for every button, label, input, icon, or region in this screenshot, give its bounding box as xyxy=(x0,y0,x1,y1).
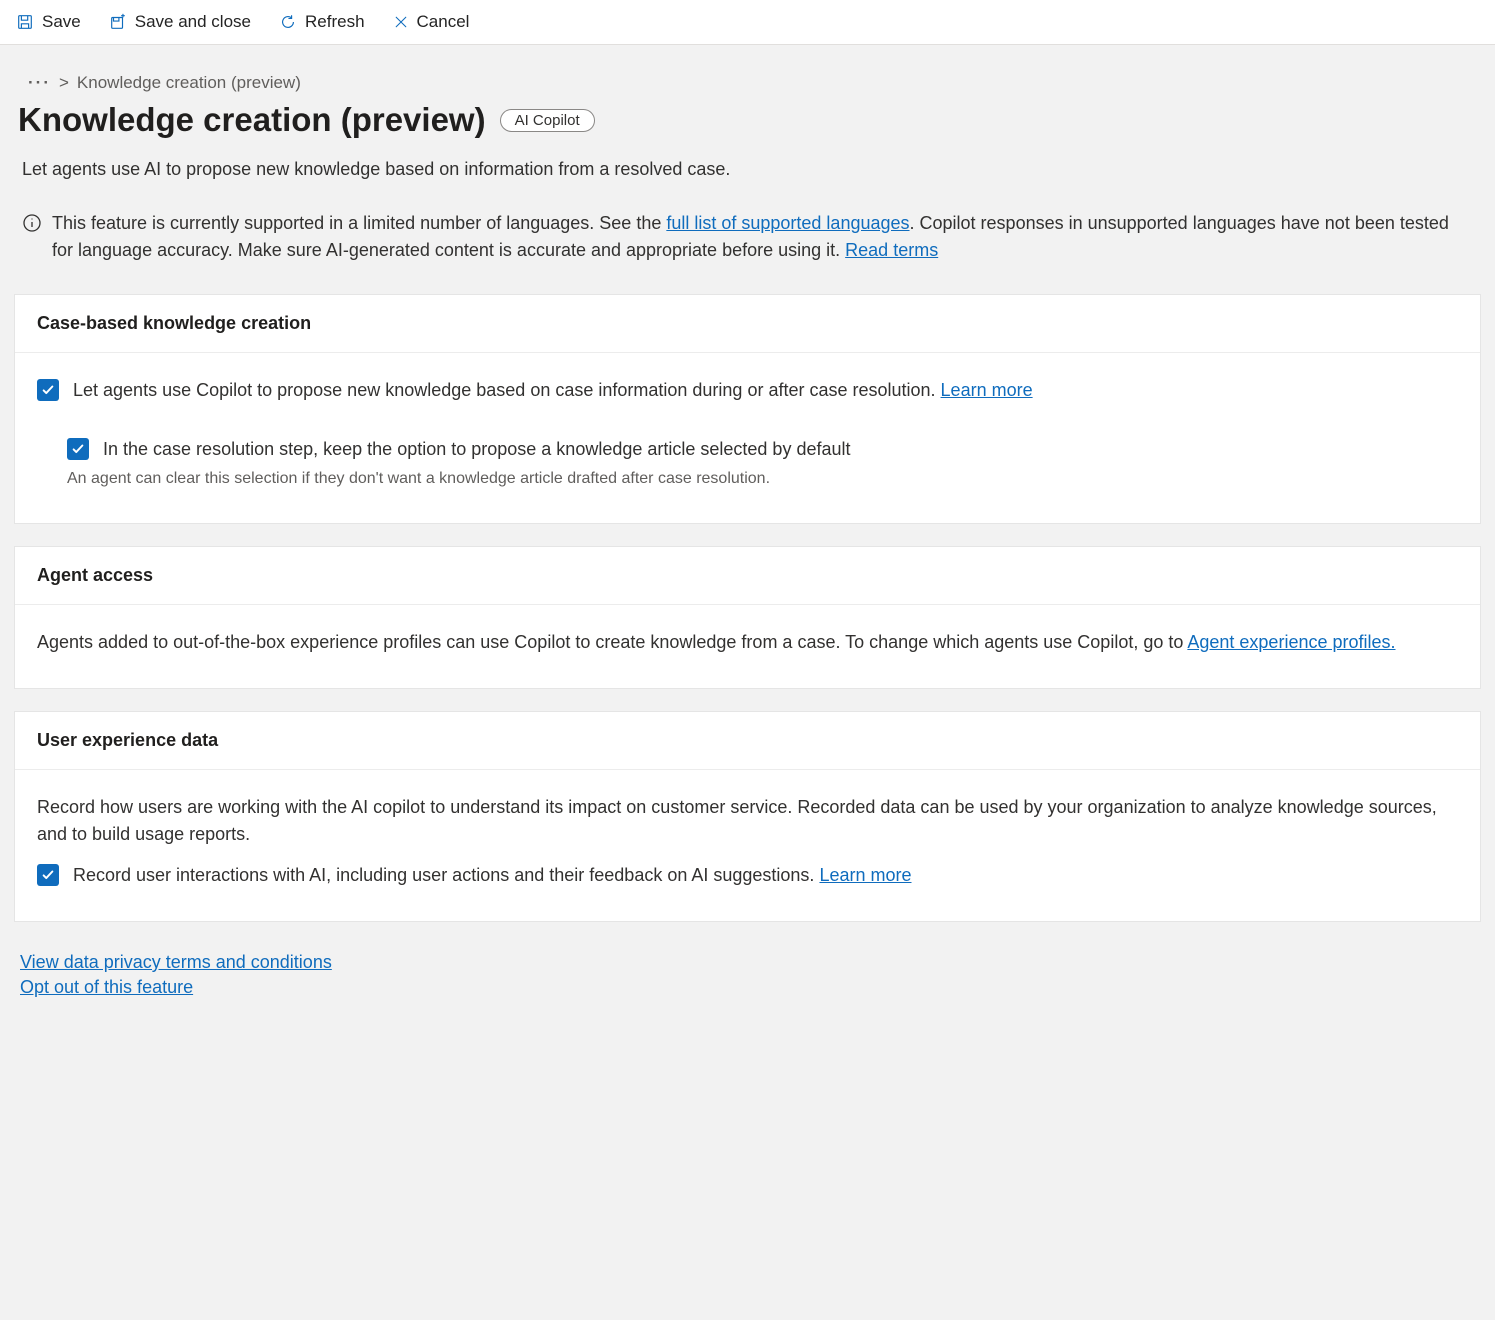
refresh-button[interactable]: Refresh xyxy=(275,8,369,36)
refresh-icon xyxy=(279,13,297,31)
case-based-option-2-text: In the case resolution step, keep the op… xyxy=(103,436,850,463)
case-based-body: Let agents use Copilot to propose new kn… xyxy=(15,353,1480,523)
breadcrumb-current: Knowledge creation (preview) xyxy=(77,73,301,93)
case-based-option-1: Let agents use Copilot to propose new kn… xyxy=(37,377,1458,404)
language-notice-text: This feature is currently supported in a… xyxy=(52,210,1473,264)
case-based-option-1-text: Let agents use Copilot to propose new kn… xyxy=(73,377,1033,404)
ux-learn-more-link[interactable]: Learn more xyxy=(819,865,911,885)
supported-languages-link[interactable]: full list of supported languages xyxy=(666,213,909,233)
notice-pre: This feature is currently supported in a… xyxy=(52,213,666,233)
case-based-option-2: In the case resolution step, keep the op… xyxy=(67,436,1458,463)
agent-access-title: Agent access xyxy=(15,547,1480,605)
info-icon xyxy=(22,213,42,241)
case-based-checkbox-1[interactable] xyxy=(37,379,59,401)
refresh-label: Refresh xyxy=(305,12,365,32)
case-based-checkbox-2[interactable] xyxy=(67,438,89,460)
save-button[interactable]: Save xyxy=(12,8,85,36)
save-close-label: Save and close xyxy=(135,12,251,32)
cancel-button[interactable]: Cancel xyxy=(389,8,474,36)
case-based-card: Case-based knowledge creation Let agents… xyxy=(14,294,1481,524)
page-header: Knowledge creation (preview) AI Copilot xyxy=(18,101,1481,139)
privacy-terms-link[interactable]: View data privacy terms and conditions xyxy=(20,952,332,972)
page-content: ··· > Knowledge creation (preview) Knowl… xyxy=(0,45,1495,1042)
page-title: Knowledge creation (preview) xyxy=(18,101,486,139)
case-based-learn-more-link[interactable]: Learn more xyxy=(941,380,1033,400)
ux-data-text: Record how users are working with the AI… xyxy=(37,794,1458,848)
save-close-icon xyxy=(109,13,127,31)
close-icon xyxy=(393,14,409,30)
ai-copilot-badge: AI Copilot xyxy=(500,109,595,132)
case-based-option-2-label: In the case resolution step, keep the op… xyxy=(103,439,850,459)
save-label: Save xyxy=(42,12,81,32)
breadcrumb-ellipsis[interactable]: ··· xyxy=(28,73,51,93)
breadcrumb: ··· > Knowledge creation (preview) xyxy=(28,73,1481,93)
case-based-option-2-helper: An agent can clear this selection if the… xyxy=(67,467,1458,491)
save-icon xyxy=(16,13,34,31)
ux-data-card: User experience data Record how users ar… xyxy=(14,711,1481,922)
agent-access-card: Agent access Agents added to out-of-the-… xyxy=(14,546,1481,689)
agent-experience-profiles-link[interactable]: Agent experience profiles. xyxy=(1187,632,1395,652)
command-bar: Save Save and close Refresh Cancel xyxy=(0,0,1495,45)
ux-data-body: Record how users are working with the AI… xyxy=(15,770,1480,921)
case-based-option-1-label: Let agents use Copilot to propose new kn… xyxy=(73,380,941,400)
read-terms-link[interactable]: Read terms xyxy=(845,240,938,260)
agent-access-body: Agents added to out-of-the-box experienc… xyxy=(15,605,1480,688)
opt-out-link[interactable]: Opt out of this feature xyxy=(20,977,193,997)
ux-record-checkbox[interactable] xyxy=(37,864,59,886)
breadcrumb-separator: > xyxy=(59,73,69,93)
case-based-nested: In the case resolution step, keep the op… xyxy=(67,436,1458,491)
agent-access-text: Agents added to out-of-the-box experienc… xyxy=(37,632,1187,652)
ux-record-text: Record user interactions with AI, includ… xyxy=(73,862,912,889)
language-notice: This feature is currently supported in a… xyxy=(22,210,1473,264)
footer-links: View data privacy terms and conditions O… xyxy=(20,952,1481,998)
case-based-title: Case-based knowledge creation xyxy=(15,295,1480,353)
ux-record-option: Record user interactions with AI, includ… xyxy=(37,862,1458,889)
cancel-label: Cancel xyxy=(417,12,470,32)
page-subtitle: Let agents use AI to propose new knowled… xyxy=(22,159,1481,180)
ux-record-label: Record user interactions with AI, includ… xyxy=(73,865,819,885)
ux-data-title: User experience data xyxy=(15,712,1480,770)
save-close-button[interactable]: Save and close xyxy=(105,8,255,36)
